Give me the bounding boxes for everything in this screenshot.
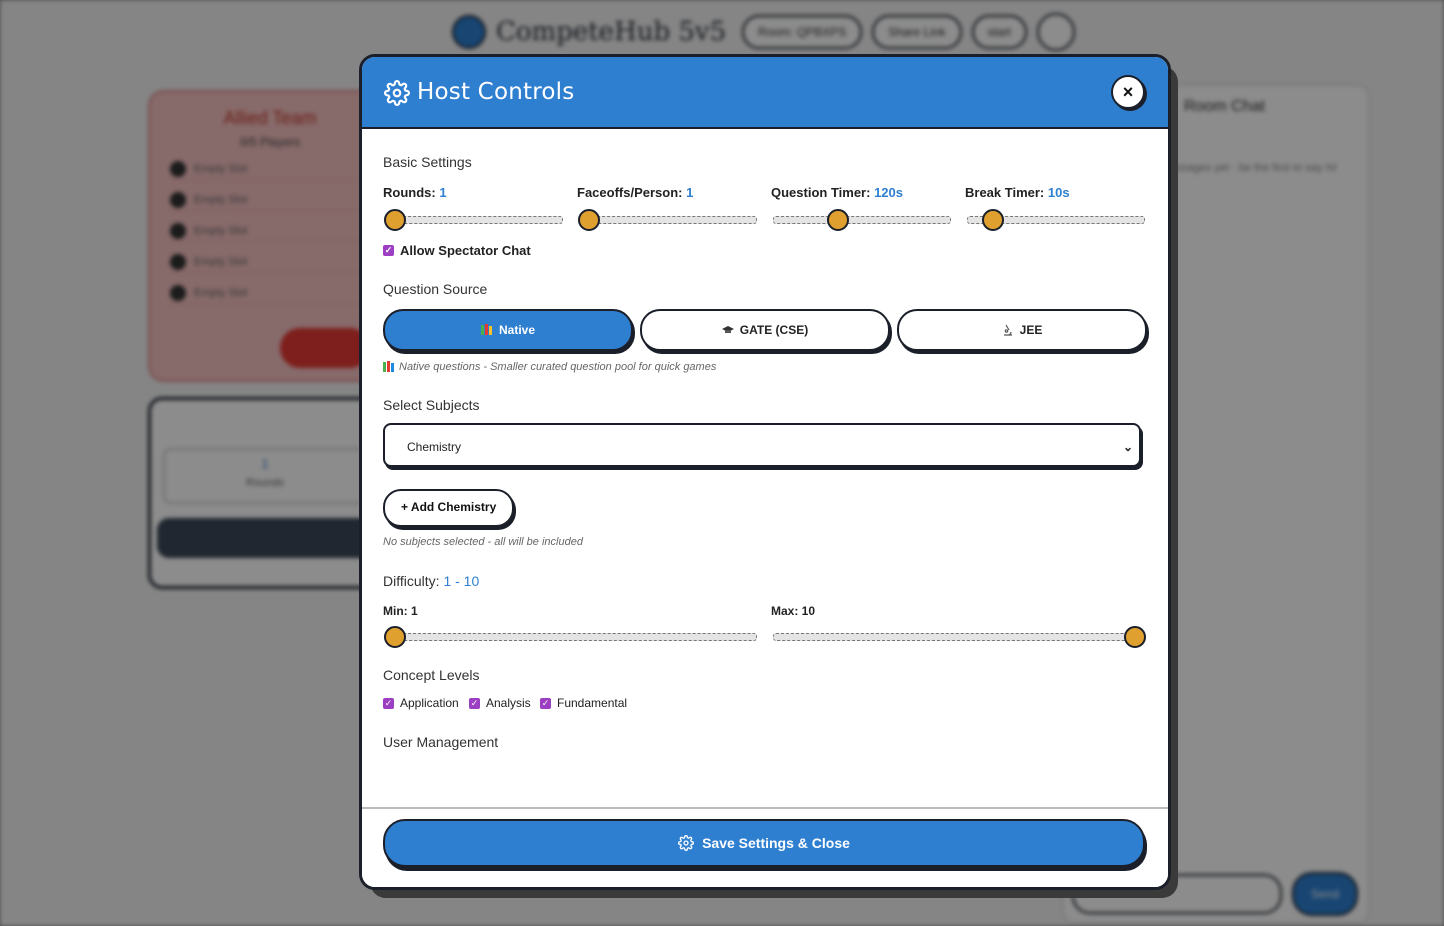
chevron-down-icon: ⌄	[1122, 440, 1133, 454]
question-timer-label: Question Timer: 120s	[771, 185, 903, 200]
source-jee-label: JEE	[1019, 323, 1043, 337]
difficulty-max-label: Max: 10	[771, 604, 816, 618]
modal-header: Host Controls ×	[362, 57, 1168, 129]
spectator-chat-label: Allow Spectator Chat	[400, 243, 531, 258]
concept-fundamental-option[interactable]: ✓ Fundamental	[540, 696, 627, 710]
concept-application-checkbox[interactable]: ✓	[383, 697, 394, 709]
graduation-cap-icon	[721, 326, 734, 333]
modal-footer: Save Settings & Close	[362, 807, 1168, 887]
source-jee-button[interactable]: JEE	[897, 309, 1147, 351]
question-timer-value: 120s	[874, 185, 903, 200]
rounds-slider-thumb[interactable]	[384, 209, 406, 231]
select-subjects-heading: Select Subjects	[383, 397, 480, 413]
difficulty-min-label: Min: 1	[383, 604, 418, 618]
source-gate-label: GATE (CSE)	[739, 323, 809, 337]
host-controls-modal: Host Controls × Basic Settings Rounds: 1…	[359, 54, 1171, 890]
concept-levels-heading: Concept Levels	[383, 667, 480, 683]
modal-body: Basic Settings Rounds: 1 Faceoffs/Person…	[362, 129, 1168, 809]
user-management-heading: User Management	[383, 734, 499, 750]
concept-analysis-option[interactable]: ✓ Analysis	[469, 696, 531, 710]
source-gate-button[interactable]: GATE (CSE)	[640, 309, 890, 351]
concept-application-option[interactable]: ✓ Application	[383, 696, 459, 710]
subject-select[interactable]: Chemistry ⌄	[383, 423, 1141, 467]
difficulty-heading-text: Difficulty:	[383, 573, 440, 589]
difficulty-max-slider[interactable]	[773, 626, 1146, 648]
difficulty-max-thumb[interactable]	[1124, 626, 1146, 648]
basic-settings-heading: Basic Settings	[383, 154, 472, 170]
modal-title: Host Controls	[417, 79, 575, 105]
concept-analysis-checkbox[interactable]: ✓	[469, 697, 480, 709]
rounds-value: 1	[439, 185, 447, 200]
source-note-text: Native questions - Smaller curated quest…	[399, 361, 717, 373]
save-settings-label: Save Settings & Close	[702, 835, 850, 851]
gear-icon	[384, 80, 410, 106]
break-timer-value: 10s	[1047, 185, 1070, 200]
spectator-chat-checkbox[interactable]: ✓	[383, 245, 394, 256]
gear-icon	[678, 835, 695, 851]
question-timer-label-text: Question Timer:	[771, 185, 871, 200]
question-timer-slider-thumb[interactable]	[827, 209, 850, 231]
faceoffs-value: 1	[686, 185, 694, 200]
difficulty-min-thumb[interactable]	[384, 626, 406, 648]
faceoffs-slider[interactable]	[578, 209, 757, 231]
difficulty-range: 1 - 10	[443, 573, 480, 589]
subject-select-value: Chemistry	[407, 440, 462, 454]
break-timer-label-text: Break Timer:	[965, 185, 1045, 200]
break-timer-label: Break Timer: 10s	[965, 185, 1070, 200]
source-native-label: Native	[498, 323, 536, 337]
concept-analysis-label: Analysis	[486, 696, 531, 710]
books-icon	[383, 361, 394, 372]
close-button[interactable]: ×	[1111, 75, 1145, 109]
break-timer-slider-thumb[interactable]	[981, 209, 1004, 231]
break-timer-slider[interactable]	[967, 209, 1145, 231]
rounds-label-text: Rounds:	[383, 185, 436, 200]
rounds-label: Rounds: 1	[383, 185, 447, 200]
faceoffs-label-text: Faceoffs/Person:	[577, 185, 683, 200]
save-settings-button[interactable]: Save Settings & Close	[383, 819, 1145, 867]
add-subject-button[interactable]: + Add Chemistry	[383, 489, 515, 527]
rounds-slider[interactable]	[384, 209, 563, 231]
concept-fundamental-label: Fundamental	[557, 696, 628, 710]
concept-fundamental-checkbox[interactable]: ✓	[540, 697, 551, 709]
question-timer-slider[interactable]	[773, 209, 951, 231]
microscope-icon	[1003, 324, 1012, 336]
question-source-heading: Question Source	[383, 281, 488, 297]
faceoffs-label: Faceoffs/Person: 1	[577, 185, 693, 200]
difficulty-heading: Difficulty: 1 - 10	[383, 573, 479, 589]
books-icon	[480, 324, 492, 335]
spectator-chat-option[interactable]: ✓ Allow Spectator Chat	[383, 243, 531, 258]
subjects-note: No subjects selected - all will be inclu…	[383, 536, 583, 548]
difficulty-min-slider[interactable]	[384, 626, 757, 648]
source-native-button[interactable]: Native	[383, 309, 633, 351]
source-note: Native questions - Smaller curated quest…	[383, 361, 716, 373]
concept-application-label: Application	[400, 696, 459, 710]
faceoffs-slider-thumb[interactable]	[578, 209, 600, 231]
